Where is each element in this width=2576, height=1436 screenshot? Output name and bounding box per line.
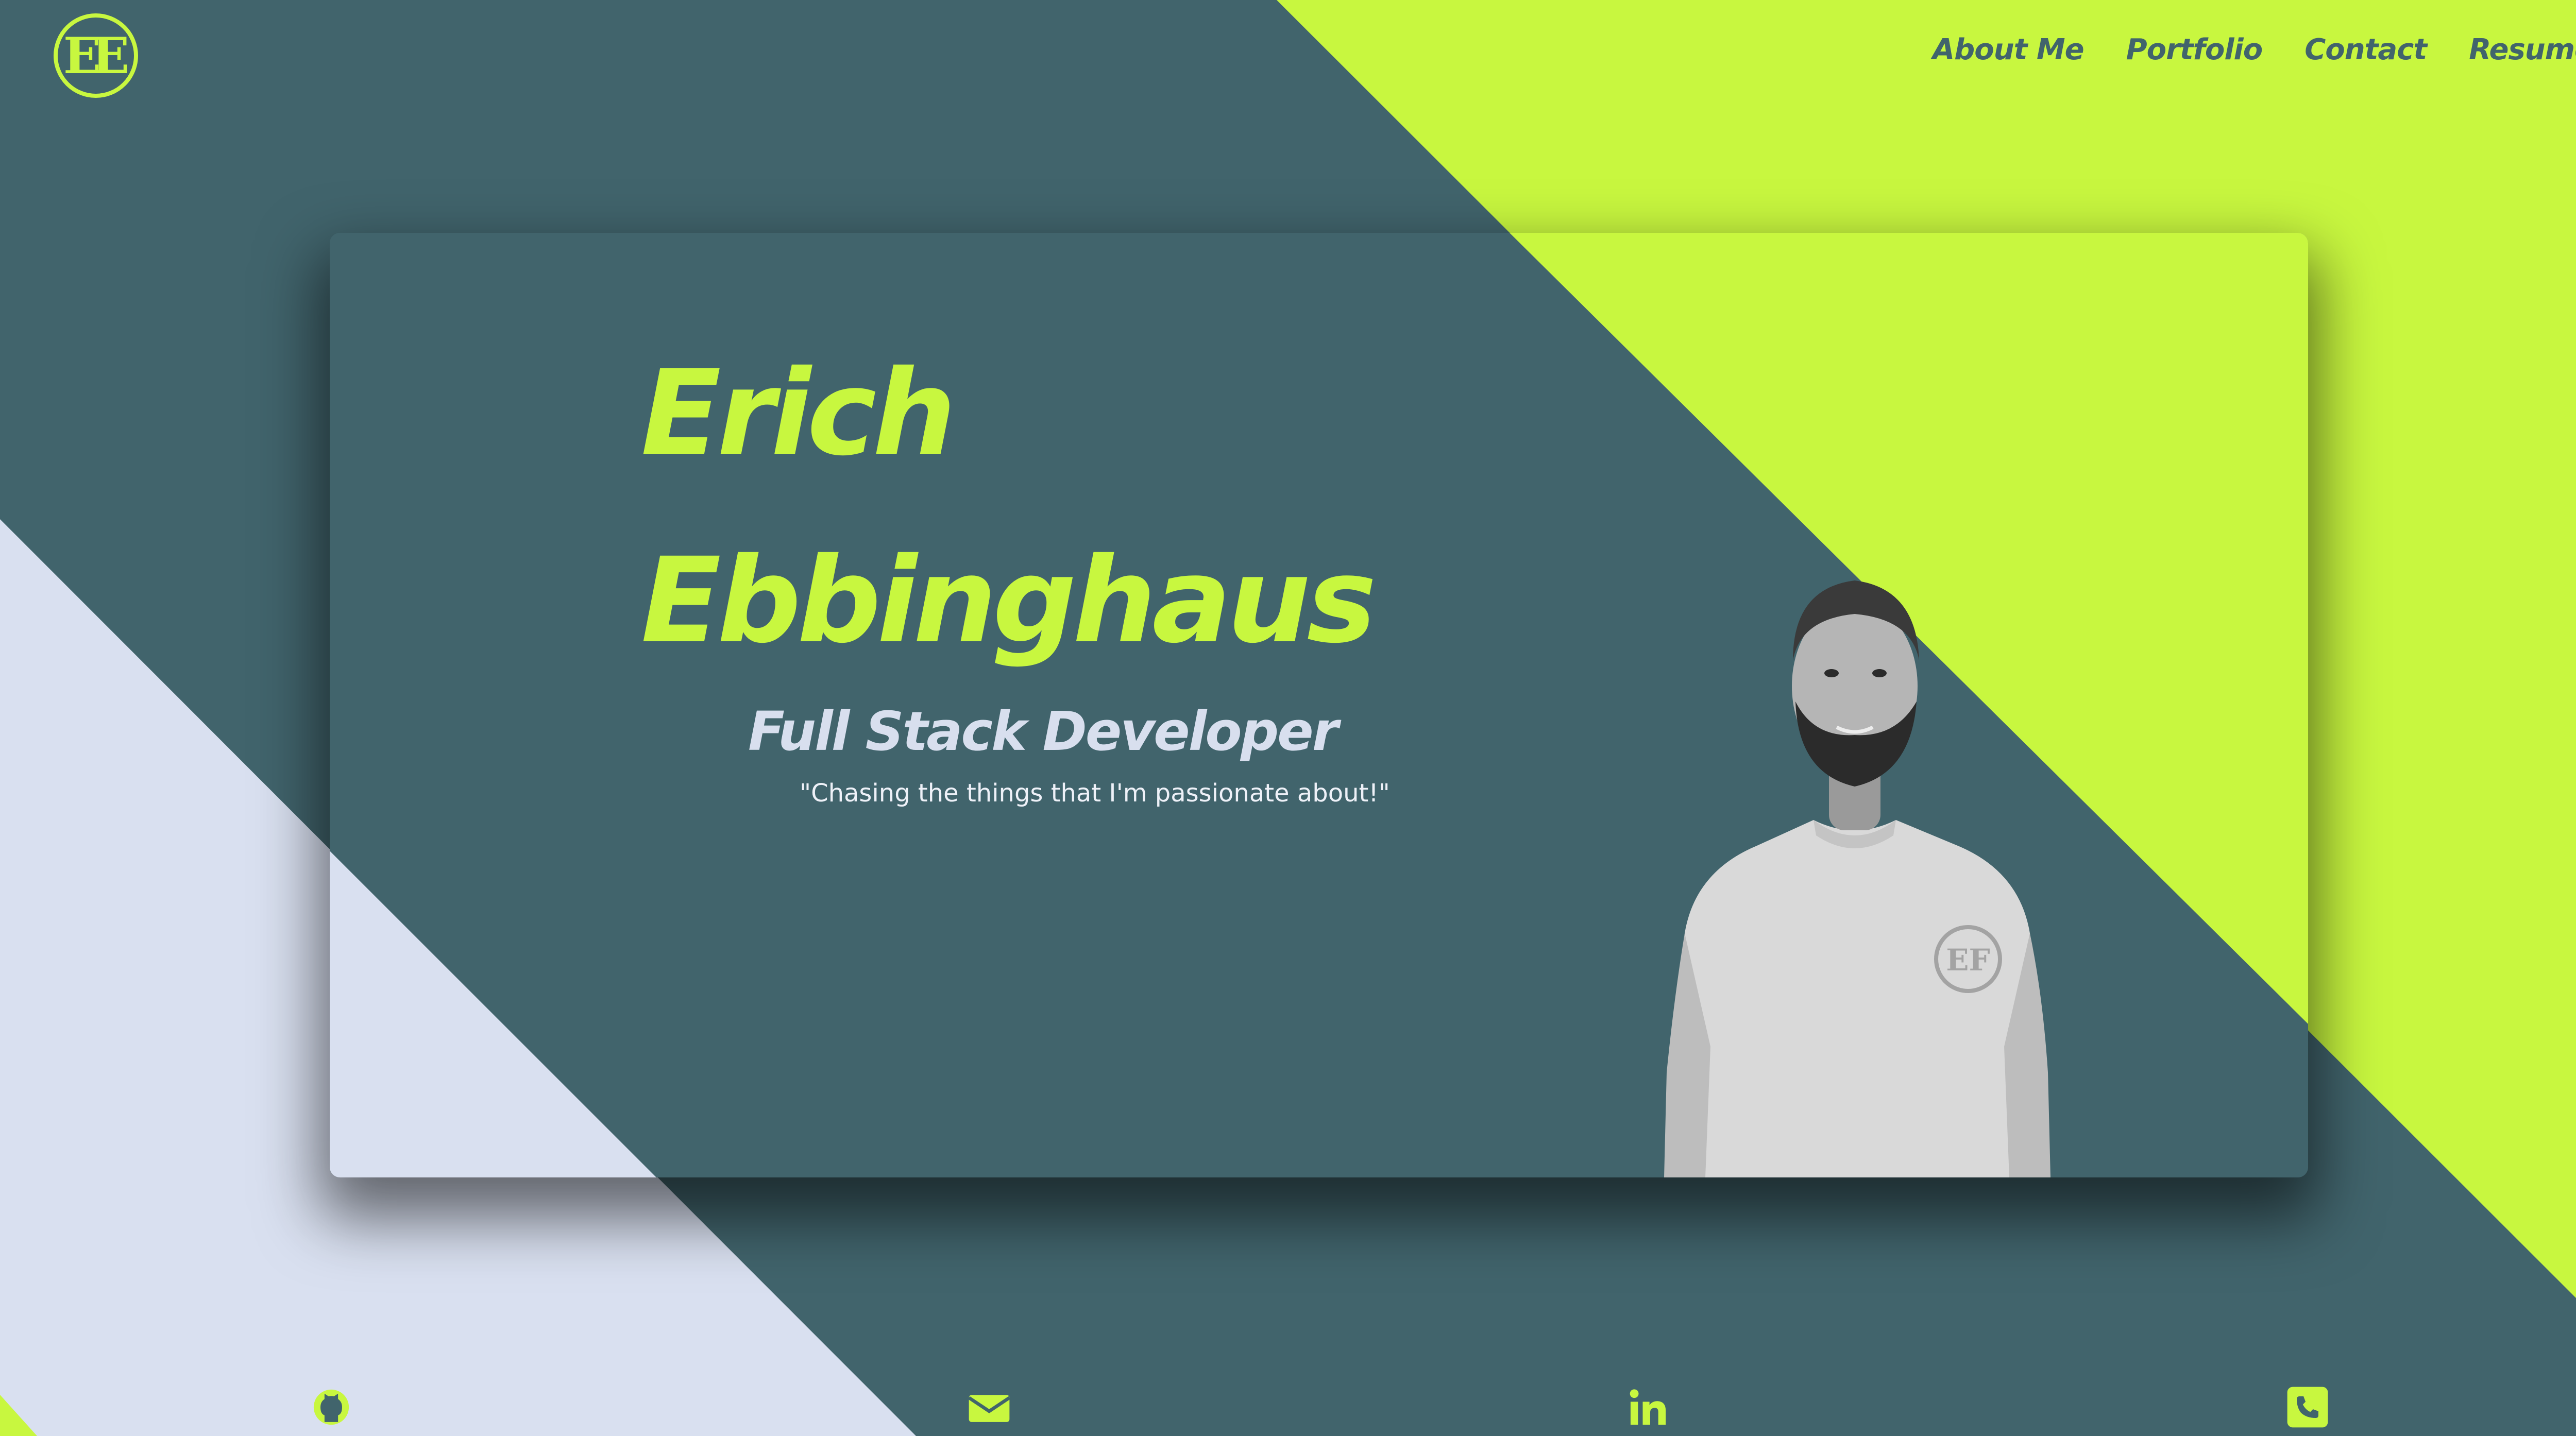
site-logo[interactable]: EE	[54, 13, 138, 98]
hero-job-title: Full Stack Developer	[748, 700, 1338, 763]
envelope-icon	[968, 1395, 1011, 1422]
nav-portfolio[interactable]: Portfolio	[2126, 33, 2263, 66]
phone-link[interactable]	[2279, 1386, 2336, 1436]
hero-first-name: Erich	[641, 345, 956, 482]
email-link[interactable]	[961, 1386, 1018, 1436]
hero-tagline: "Chasing the things that I'm passionate …	[800, 779, 1390, 808]
hero-card: Erich Ebbinghaus Full Stack Developer "C…	[330, 233, 2308, 1177]
nav-resume[interactable]: Resume	[2469, 33, 2576, 66]
phone-icon	[2287, 1387, 2328, 1428]
github-icon	[313, 1389, 349, 1425]
hero-last-name: Ebbinghaus	[641, 532, 1377, 669]
linkedin-link[interactable]	[1620, 1386, 1676, 1436]
linkedin-icon	[1630, 1389, 1666, 1425]
nav-contact[interactable]: Contact	[2304, 33, 2427, 66]
github-link[interactable]	[303, 1386, 360, 1436]
main-nav: About Me Portfolio Contact Resume	[1933, 33, 2576, 66]
profile-photo: EF	[1664, 580, 2050, 1177]
shirt-badge: EF	[1946, 943, 1990, 978]
nav-about-me[interactable]: About Me	[1933, 33, 2084, 66]
